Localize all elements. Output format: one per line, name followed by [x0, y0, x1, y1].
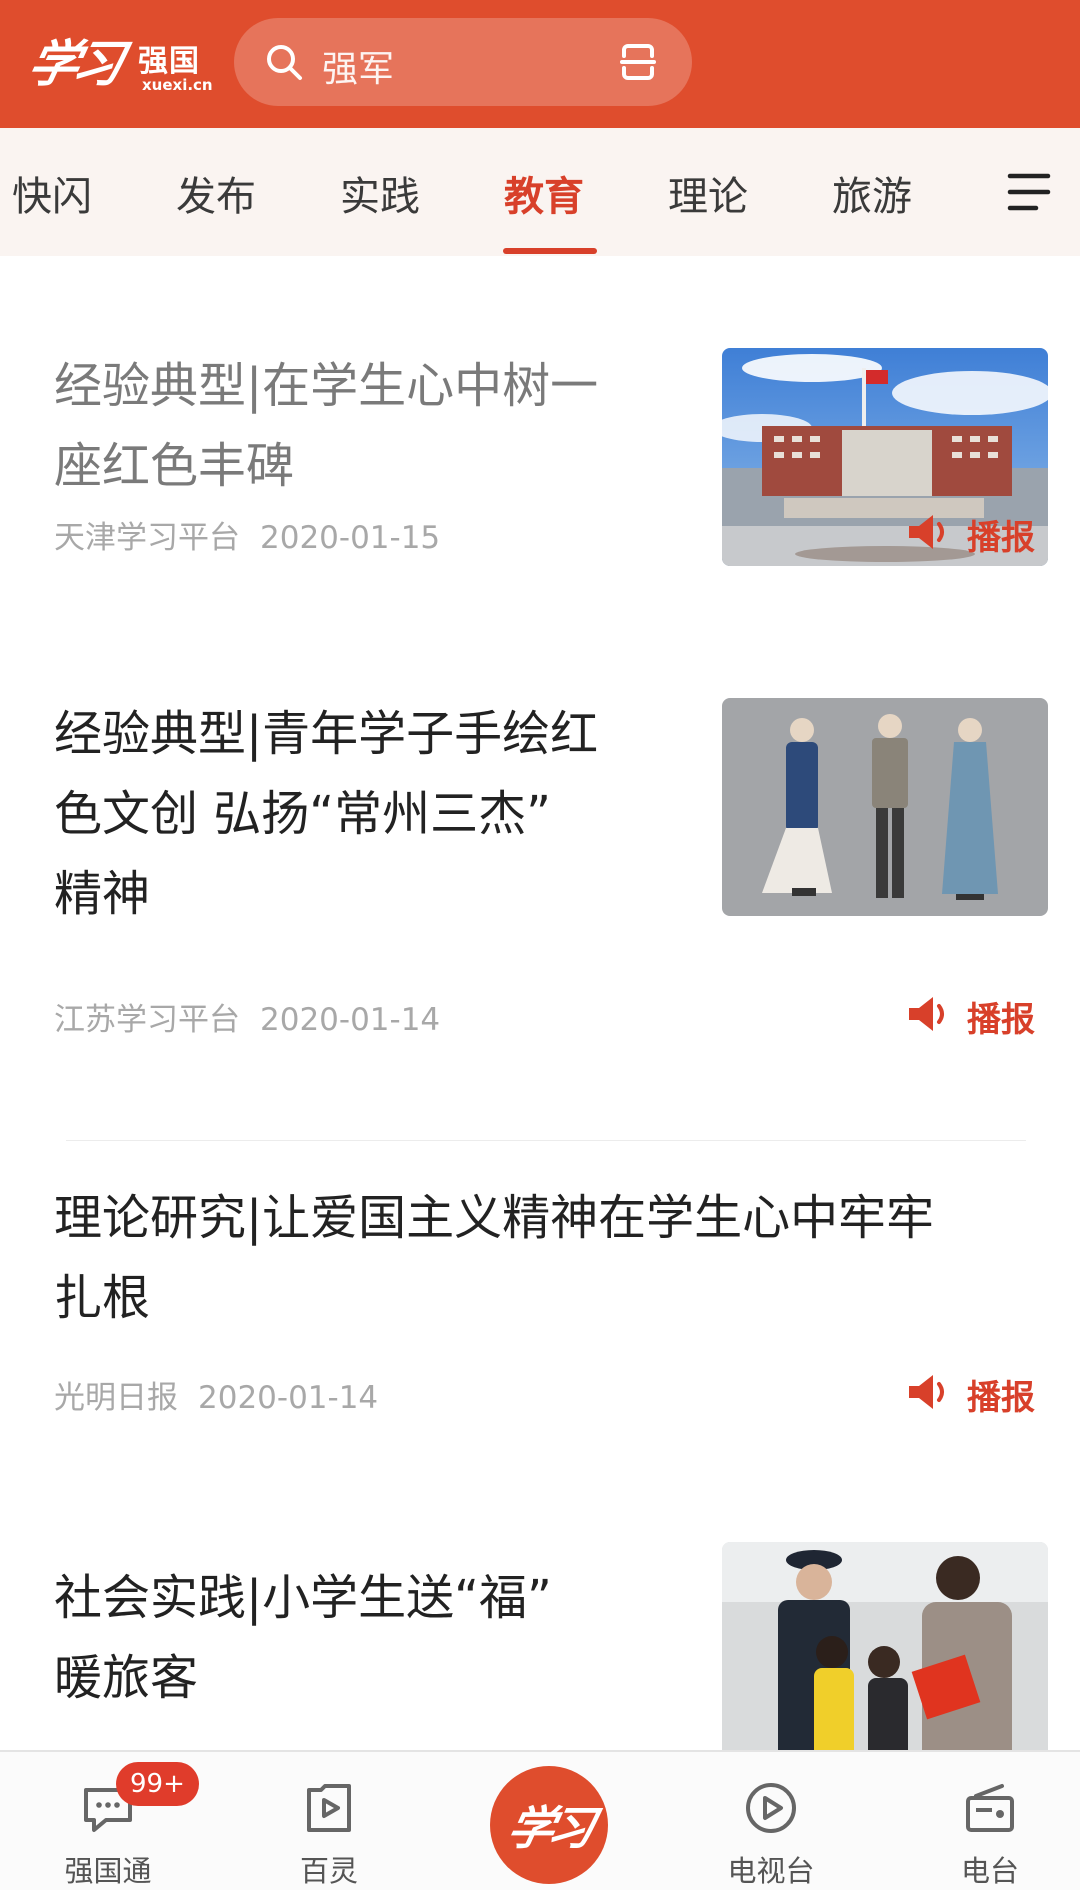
- nav-label: 电视台: [727, 1854, 815, 1888]
- speaker-icon: [909, 515, 944, 549]
- app-logo[interactable]: 学习 强国 xuexi.cn: [23, 20, 213, 106]
- nav-qiangguotong[interactable]: 99+ 强国通: [38, 1752, 199, 1890]
- scan-icon[interactable]: [616, 40, 660, 84]
- article-item[interactable]: 经验典型|青年学子手绘红 色文创 弘扬“常州三杰” 精神 江苏学习平台 2020-…: [0, 666, 1080, 1082]
- search-input[interactable]: 强军: [322, 40, 394, 92]
- broadcast-label: 播报: [967, 1000, 1035, 1040]
- article-source: 天津学习平台: [54, 520, 240, 556]
- tab-lilun[interactable]: 理论: [668, 164, 748, 222]
- article-source: 光明日报: [54, 1380, 178, 1416]
- broadcast-label: 播报: [967, 518, 1035, 558]
- article-item[interactable]: 理论研究|让爱国主义精神在学生心中牢牢 扎根 光明日报 2020-01-14 播报: [0, 1146, 1080, 1436]
- tab-kuaishan[interactable]: 快闪: [12, 164, 92, 222]
- search-icon: [267, 45, 302, 80]
- tab-fabu[interactable]: 发布: [176, 164, 256, 222]
- speaker-icon: [909, 997, 944, 1031]
- article-meta: 江苏学习平台 2020-01-14: [54, 994, 440, 1039]
- nav-diantai[interactable]: 电台: [920, 1752, 1060, 1890]
- app-header: 学习 强国 xuexi.cn 强军: [0, 0, 1080, 128]
- article-title: 经验典型|青年学子手绘红 色文创 弘扬“常州三杰” 精神: [54, 706, 599, 922]
- article-title: 理论研究|让爱国主义精神在学生心中牢牢 扎根: [54, 1190, 935, 1326]
- nav-bailing[interactable]: 百灵: [259, 1752, 399, 1890]
- broadcast-button[interactable]: 播报: [905, 1370, 1055, 1418]
- short-video-icon: [307, 1784, 351, 1832]
- article-title: 经验典型|在学生心中树一 座红色丰碑: [54, 358, 599, 494]
- article-feed[interactable]: 经验典型|在学生心中树一 座红色丰碑 天津学习平台 2020-01-15 播报 …: [0, 256, 1080, 1750]
- menu-icon[interactable]: [1006, 170, 1052, 214]
- article-thumbnail-station: [722, 1542, 1048, 1750]
- logo-script: 学习: [22, 34, 124, 93]
- center-logo: 学习: [502, 1801, 595, 1855]
- article-item[interactable]: 社会实践|小学生送“福” 暖旅客: [0, 1532, 1080, 1750]
- article-meta: 光明日报 2020-01-14: [54, 1372, 378, 1417]
- tab-jiaoyu[interactable]: 教育: [504, 164, 584, 222]
- tab-shijian[interactable]: 实践: [340, 164, 420, 222]
- article-title: 社会实践|小学生送“福” 暖旅客: [54, 1570, 552, 1706]
- nav-dianshitai[interactable]: 电视台: [701, 1752, 841, 1890]
- nav-label: 电台: [960, 1854, 1019, 1888]
- nav-label: 百灵: [299, 1854, 358, 1888]
- speaker-icon: [909, 1375, 944, 1409]
- article-item[interactable]: 经验典型|在学生心中树一 座红色丰碑 天津学习平台 2020-01-15 播报: [0, 256, 1080, 666]
- channel-tab-bar: 快闪 发布 实践 教育 理论 旅游: [0, 128, 1080, 256]
- radio-icon: [966, 1784, 1014, 1832]
- bottom-nav: 99+ 强国通 百灵 学习 电视台 电台: [0, 1750, 1080, 1890]
- broadcast-button[interactable]: 播报: [905, 510, 1055, 558]
- article-date: 2020-01-14: [260, 1002, 441, 1038]
- logo-name: 强国: [138, 44, 200, 79]
- tv-play-icon: [746, 1783, 796, 1833]
- nav-label: 强国通: [64, 1854, 152, 1888]
- nav-xuexi-center-button[interactable]: 学习: [490, 1766, 608, 1884]
- article-source: 江苏学习平台: [54, 1002, 240, 1038]
- article-thumbnail-illustration: [722, 698, 1048, 916]
- logo-domain: xuexi.cn: [142, 76, 213, 94]
- tab-lvyou[interactable]: 旅游: [832, 164, 912, 222]
- active-tab-indicator: [503, 248, 597, 254]
- broadcast-button[interactable]: 播报: [905, 992, 1055, 1040]
- article-date: 2020-01-15: [260, 520, 441, 556]
- search-bar[interactable]: 强军: [234, 18, 692, 106]
- article-meta: 天津学习平台 2020-01-15: [54, 512, 440, 557]
- broadcast-label: 播报: [967, 1378, 1035, 1418]
- article-divider: [66, 1140, 1026, 1141]
- article-date: 2020-01-14: [198, 1380, 379, 1416]
- unread-badge: 99+: [116, 1762, 199, 1806]
